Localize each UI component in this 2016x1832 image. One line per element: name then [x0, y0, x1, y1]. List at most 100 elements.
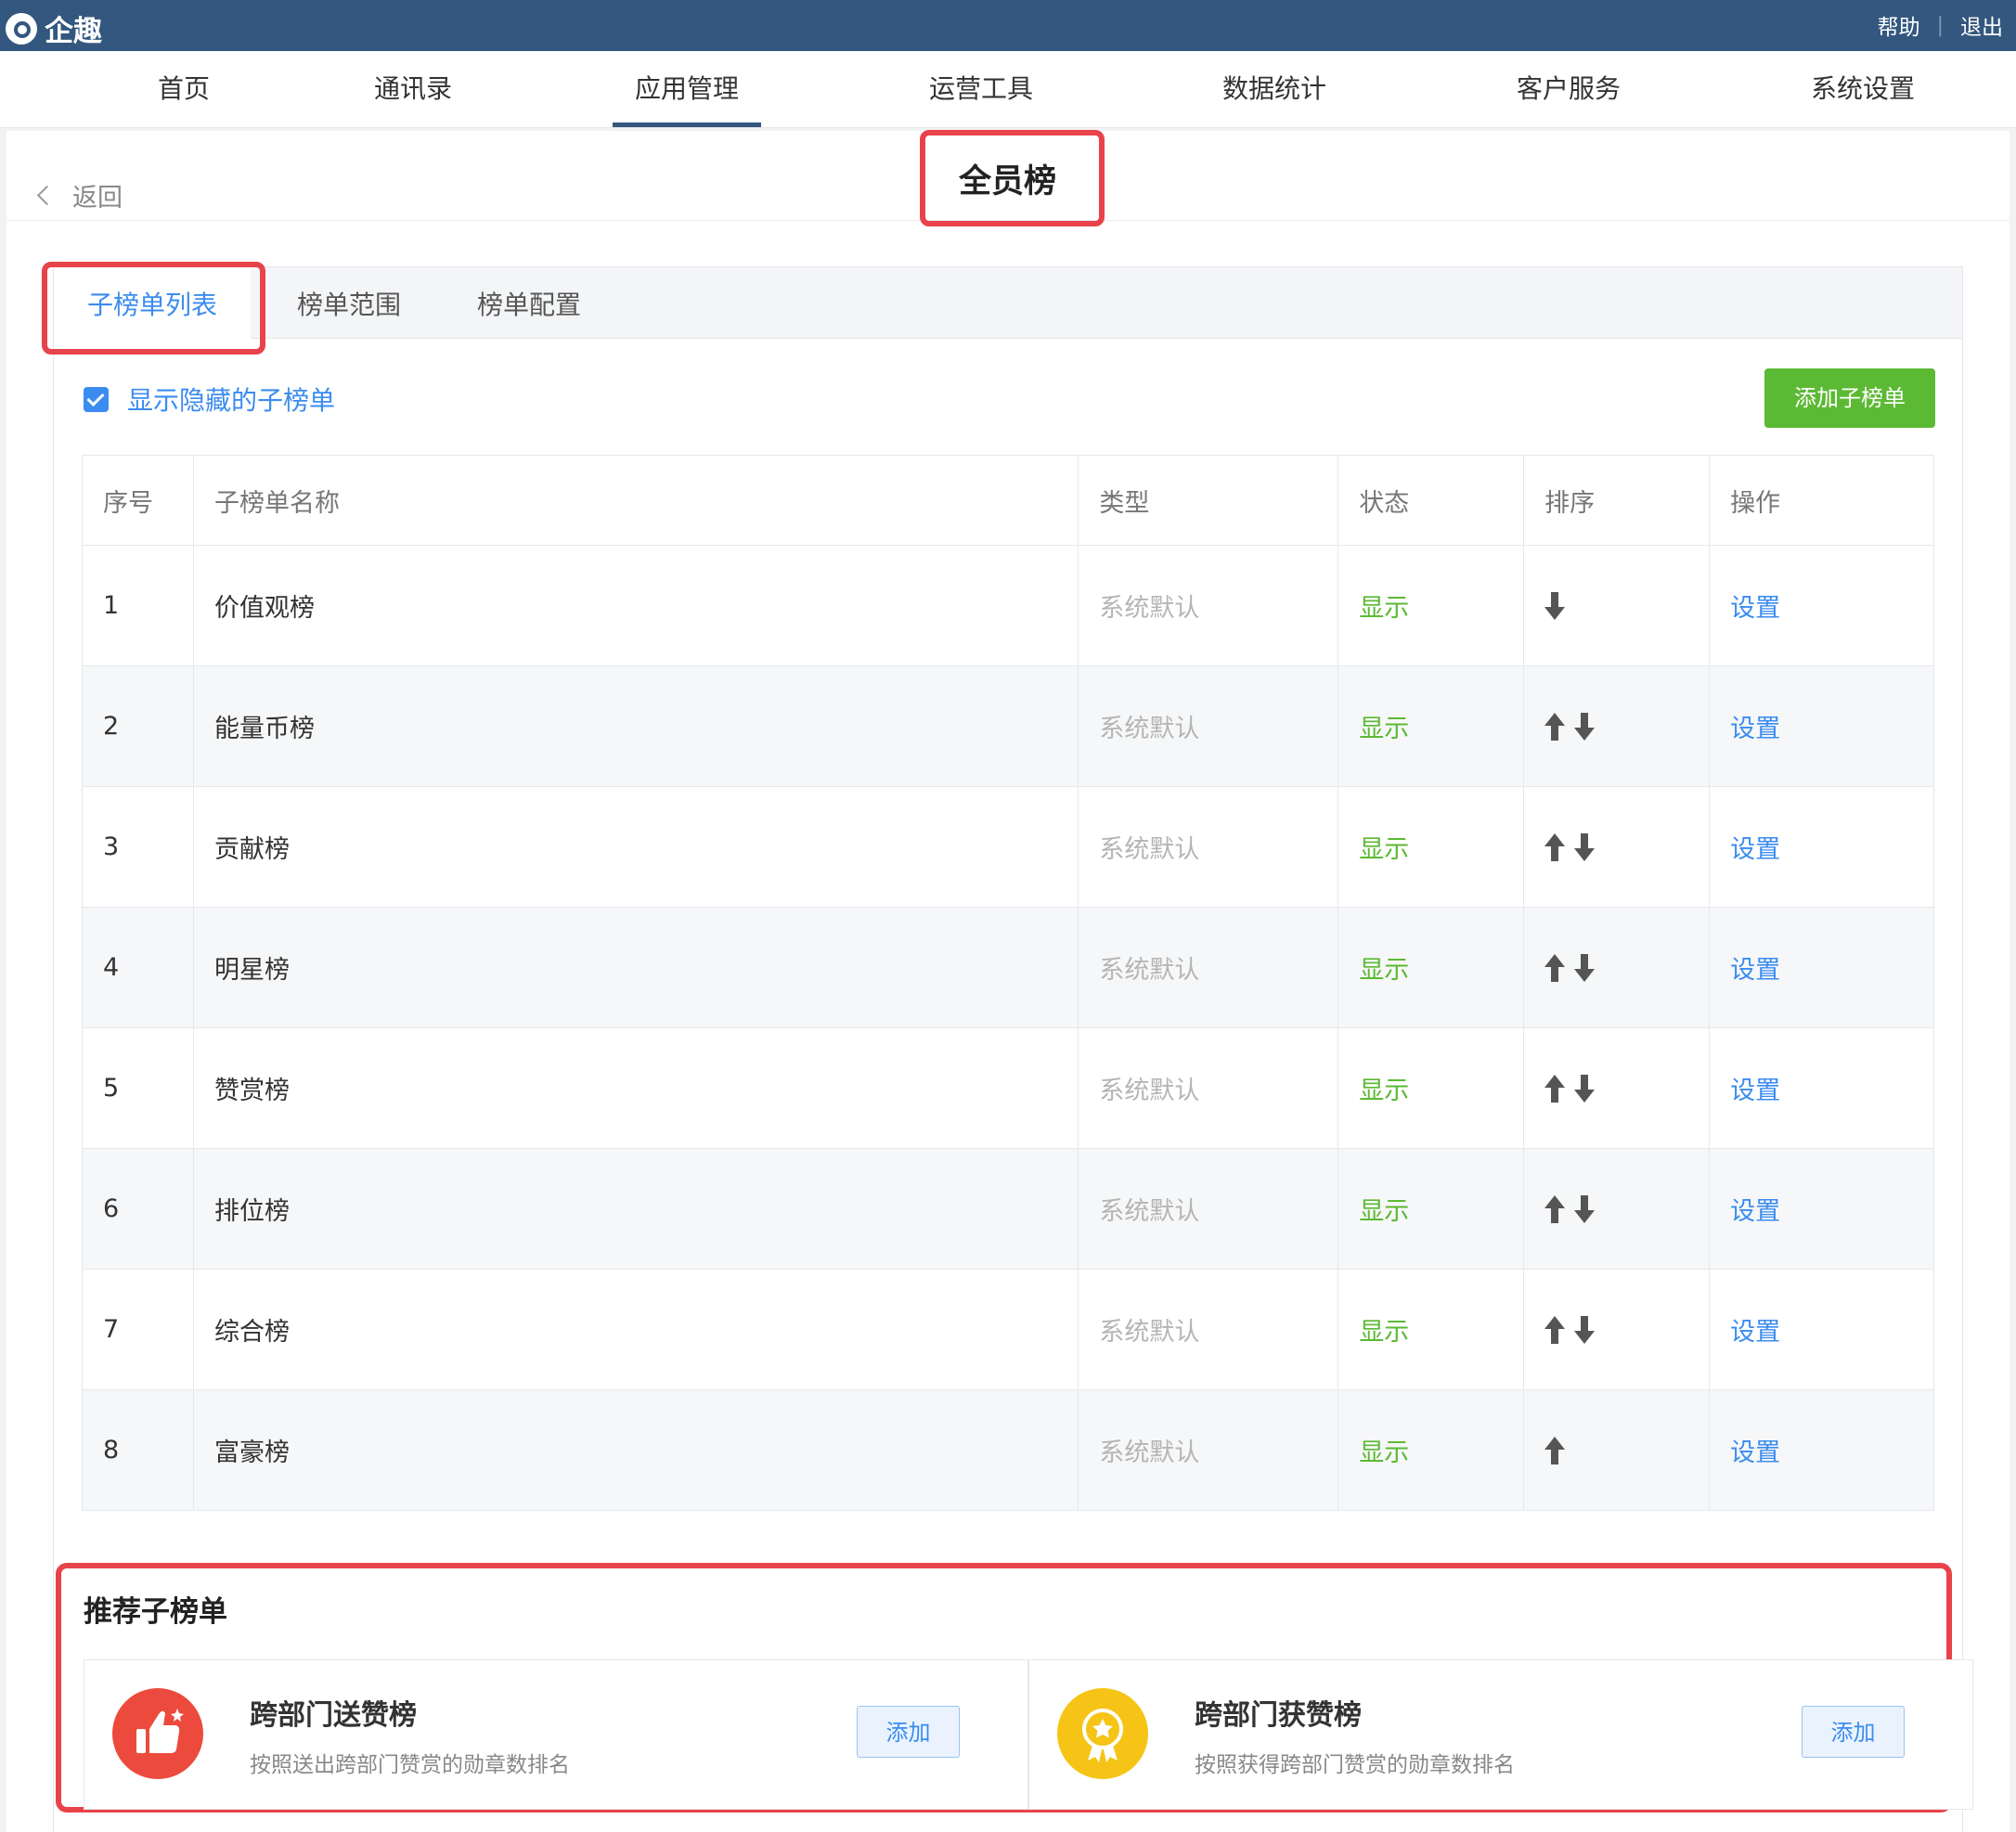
row-sort — [1523, 545, 1711, 666]
row-type: 系统默认 — [1078, 1269, 1339, 1390]
row-name: 贡献榜 — [192, 786, 1079, 908]
row-status[interactable]: 显示 — [1338, 1389, 1525, 1511]
header-action: 操作 — [1709, 455, 1934, 546]
row-settings-link[interactable]: 设置 — [1709, 1389, 1934, 1511]
row-status[interactable]: 显示 — [1338, 545, 1525, 666]
arrow-down-icon[interactable] — [1574, 1195, 1596, 1224]
top-bar: 企趣 帮助 | 退出 — [0, 0, 2016, 51]
row-number: 2 — [82, 665, 194, 787]
row-status[interactable]: 显示 — [1338, 665, 1525, 787]
row-type: 系统默认 — [1078, 545, 1339, 666]
table-row: 5 赞赏榜 系统默认 显示 设置 — [82, 1027, 1934, 1149]
recommend-add-button[interactable]: 添加 — [1802, 1706, 1905, 1758]
arrow-up-icon[interactable] — [1544, 713, 1566, 742]
row-sort — [1523, 1148, 1711, 1270]
link-separator: | — [1936, 13, 1944, 37]
row-sort — [1523, 786, 1711, 908]
row-number: 5 — [82, 1027, 194, 1149]
row-number: 1 — [82, 545, 194, 666]
row-status[interactable]: 显示 — [1338, 1027, 1525, 1149]
recommend-desc: 按照送出跨部门赞赏的勋章数排名 — [250, 1753, 570, 1777]
recommend-section: 推荐子榜单 跨部门送赞榜 按照送出跨部门赞赏的勋章数排名 添加 跨部门获赞榜 按… — [56, 1563, 1973, 1813]
sub-list-table: 序号 子榜单名称 类型 状态 排序 操作 1 价值观榜 系统默认 显示 设置 2 能量币榜系… — [82, 455, 1934, 1511]
arrow-up-icon[interactable] — [1544, 954, 1566, 983]
row-name: 能量币榜 — [192, 665, 1079, 787]
tab-range[interactable]: 榜单范围 — [297, 267, 401, 338]
header-name: 子榜单名称 — [192, 455, 1079, 546]
row-sort — [1523, 907, 1711, 1028]
row-number: 3 — [82, 786, 194, 908]
arrow-up-icon[interactable] — [1544, 1437, 1566, 1465]
header-no: 序号 — [82, 455, 194, 546]
title-highlight-box — [920, 130, 1105, 226]
table-header-row: 序号 子榜单名称 类型 状态 排序 操作 — [82, 455, 1934, 546]
logout-link[interactable]: 退出 — [1960, 9, 2003, 41]
tab-config[interactable]: 榜单配置 — [477, 267, 581, 338]
nav-home[interactable]: 首页 — [158, 51, 210, 127]
table-row: 3 贡献榜 系统默认 显示 设置 — [82, 786, 1934, 908]
header-status: 状态 — [1338, 455, 1525, 546]
table-row: 8 富豪榜 系统默认 显示 设置 — [82, 1389, 1934, 1511]
row-settings-link[interactable]: 设置 — [1709, 665, 1934, 787]
row-name: 排位榜 — [192, 1148, 1079, 1270]
app-logo[interactable]: 企趣 — [6, 7, 102, 49]
arrow-down-icon[interactable] — [1574, 954, 1596, 983]
arrow-down-icon[interactable] — [1574, 1075, 1596, 1103]
row-name: 综合榜 — [192, 1269, 1079, 1390]
nav-app-management[interactable]: 应用管理 — [612, 51, 762, 127]
help-link[interactable]: 帮助 — [1878, 9, 1920, 41]
arrow-up-icon[interactable] — [1544, 1316, 1566, 1345]
arrow-down-icon[interactable] — [1544, 592, 1566, 621]
row-settings-link[interactable]: 设置 — [1709, 1269, 1934, 1390]
nav-customer-service[interactable]: 客户服务 — [1517, 51, 1621, 127]
arrow-up-icon[interactable] — [1544, 1075, 1566, 1103]
show-hidden-label: 显示隐藏的子榜单 — [127, 385, 336, 416]
chevron-left-icon — [36, 185, 58, 206]
recommend-name: 跨部门获赞榜 — [1195, 1699, 1362, 1732]
row-sort — [1523, 1389, 1711, 1511]
row-settings-link[interactable]: 设置 — [1709, 1027, 1934, 1149]
arrow-up-icon[interactable] — [1544, 1195, 1566, 1224]
row-status[interactable]: 显示 — [1338, 1269, 1525, 1390]
app-name: 企趣 — [45, 15, 102, 48]
recommend-add-button[interactable]: 添加 — [857, 1706, 960, 1758]
nav-system-settings[interactable]: 系统设置 — [1811, 51, 1915, 127]
row-settings-link[interactable]: 设置 — [1709, 907, 1934, 1028]
row-name: 明星榜 — [192, 907, 1079, 1028]
row-sort — [1523, 1269, 1711, 1390]
row-number: 6 — [82, 1148, 194, 1270]
row-settings-link[interactable]: 设置 — [1709, 786, 1934, 908]
row-sort — [1523, 665, 1711, 787]
arrow-down-icon[interactable] — [1574, 713, 1596, 742]
row-type: 系统默认 — [1078, 1027, 1339, 1149]
row-name: 价值观榜 — [192, 545, 1079, 666]
arrow-down-icon[interactable] — [1574, 1316, 1596, 1345]
row-settings-link[interactable]: 设置 — [1709, 1148, 1934, 1270]
row-status[interactable]: 显示 — [1338, 786, 1525, 908]
table-row: 6 排位榜 系统默认 显示 设置 — [82, 1148, 1934, 1270]
tab-bar: 子榜单列表 榜单范围 榜单配置 — [54, 267, 1962, 339]
recommend-desc: 按照获得跨部门赞赏的勋章数排名 — [1195, 1753, 1515, 1777]
recommend-title: 推荐子榜单 — [84, 1595, 227, 1629]
row-name: 富豪榜 — [192, 1389, 1079, 1511]
nav-operation-tools[interactable]: 运营工具 — [929, 51, 1033, 127]
arrow-up-icon[interactable] — [1544, 833, 1566, 862]
show-hidden-checkbox[interactable]: 显示隐藏的子榜单 — [84, 381, 335, 418]
logo-icon — [6, 12, 37, 45]
nav-statistics[interactable]: 数据统计 — [1222, 51, 1326, 127]
top-links: 帮助 | 退出 — [1878, 9, 2003, 41]
nav-contacts[interactable]: 通讯录 — [374, 51, 452, 127]
main-nav: 首页 通讯录 应用管理 运营工具 数据统计 客户服务 系统设置 — [0, 51, 2016, 128]
arrow-down-icon[interactable] — [1574, 833, 1596, 862]
tab-highlight-box — [42, 262, 265, 355]
row-settings-link[interactable]: 设置 — [1709, 545, 1934, 666]
row-status[interactable]: 显示 — [1338, 907, 1525, 1028]
row-number: 7 — [82, 1269, 194, 1390]
recommend-card: 跨部门获赞榜 按照获得跨部门赞赏的勋章数排名 添加 — [1028, 1659, 1973, 1810]
checkbox-checked-icon[interactable] — [84, 386, 109, 412]
back-label: 返回 — [72, 184, 123, 213]
table-row: 1 价值观榜 系统默认 显示 设置 — [82, 545, 1934, 666]
row-status[interactable]: 显示 — [1338, 1148, 1525, 1270]
back-button[interactable]: 返回 — [36, 177, 123, 213]
add-sub-list-button[interactable]: 添加子榜单 — [1764, 368, 1935, 428]
